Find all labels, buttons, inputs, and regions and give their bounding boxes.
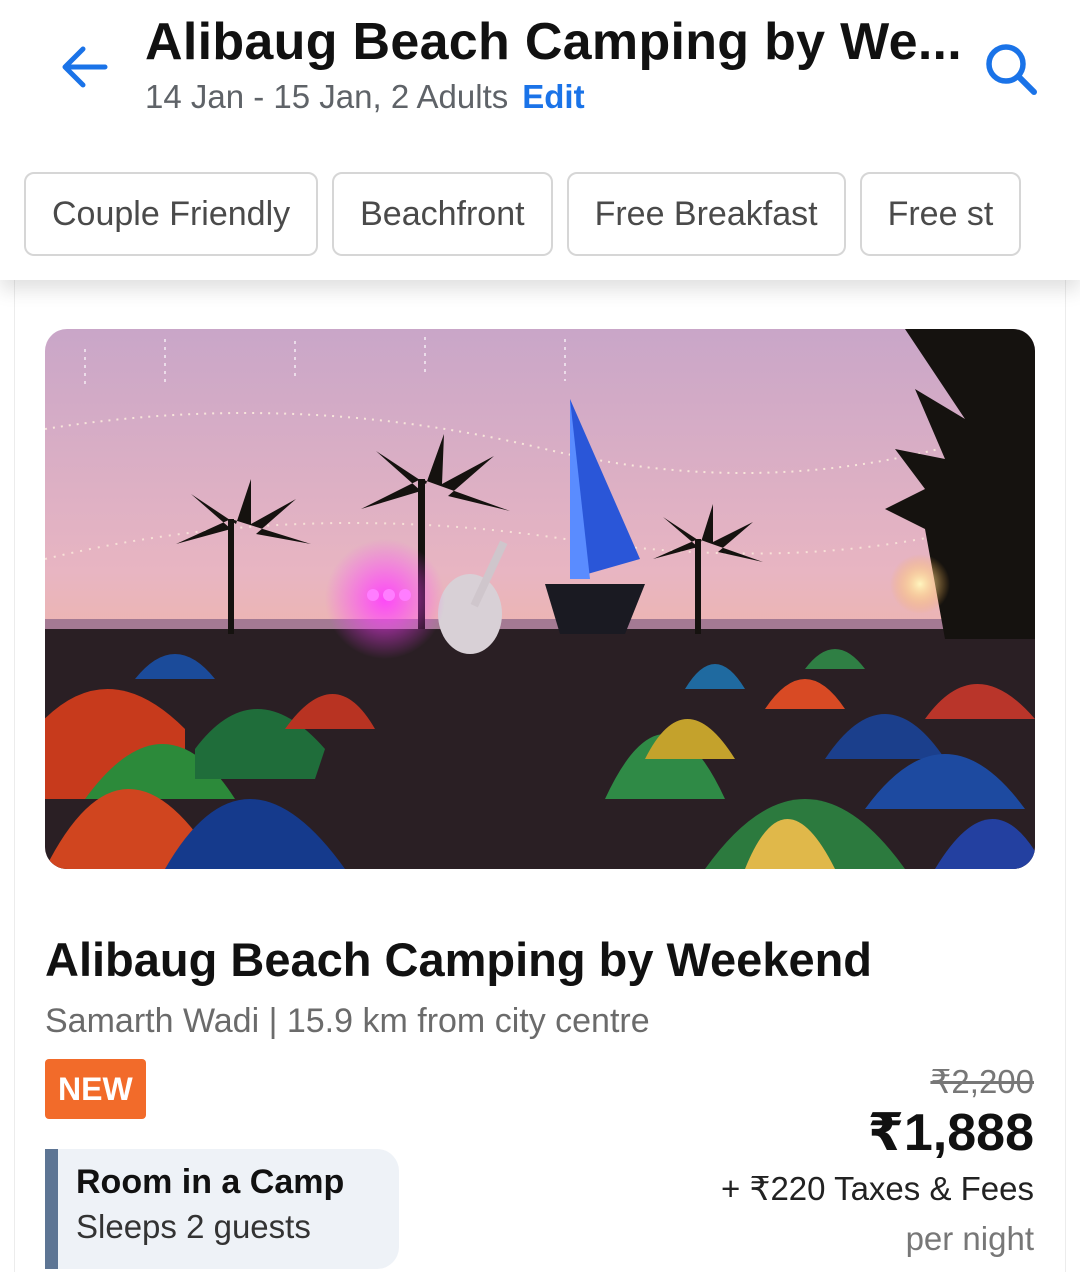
price-unit: per night — [905, 1220, 1034, 1257]
stay-summary: 14 Jan - 15 Jan, 2 Adults Edit — [145, 78, 585, 116]
search-icon — [986, 44, 1037, 95]
filter-chip-free-stay[interactable]: Free st — [859, 172, 1022, 256]
filter-chip-free-breakfast[interactable]: Free Breakfast — [566, 172, 846, 256]
room-capacity: Sleeps 2 guests — [76, 1208, 311, 1245]
room-info: Room in a Camp Sleeps 2 guests — [45, 1149, 399, 1269]
room-type: Room in a Camp — [76, 1163, 345, 1201]
search-button[interactable] — [980, 38, 1042, 100]
current-price: ₹1,888 — [867, 1104, 1034, 1162]
filter-chip-beachfront[interactable]: Beachfront — [332, 172, 553, 256]
filter-chip-couple-friendly[interactable]: Couple Friendly — [24, 172, 319, 256]
top-bar: Alibaug Beach Camping by We... 14 Jan - … — [0, 0, 1080, 280]
edit-link[interactable]: Edit — [522, 78, 584, 115]
hotel-name[interactable]: Alibaug Beach Camping by Weekend — [45, 932, 872, 987]
new-badge: NEW — [45, 1059, 146, 1119]
listing-page: Alibaug Beach Camping by We... 14 Jan - … — [0, 0, 1080, 1272]
taxes-fees: + ₹220 Taxes & Fees — [721, 1170, 1034, 1207]
back-button[interactable] — [50, 32, 120, 102]
listing-photo[interactable] — [45, 329, 1035, 869]
arrow-left-icon — [62, 46, 108, 88]
price-block: ₹2,200 ₹1,888 + ₹220 Taxes & Fees per ni… — [721, 1062, 1034, 1258]
original-price: ₹2,200 — [930, 1063, 1034, 1100]
dates-guests-text: 14 Jan - 15 Jan, 2 Adults — [145, 78, 509, 115]
filter-chips: Couple Friendly Beachfront Free Breakfast F… — [24, 172, 1056, 258]
camp-photo — [45, 329, 1035, 869]
hotel-location: Samarth Wadi | 15.9 km from city centre — [45, 1002, 650, 1040]
page-title: Alibaug Beach Camping by We... — [145, 13, 963, 71]
